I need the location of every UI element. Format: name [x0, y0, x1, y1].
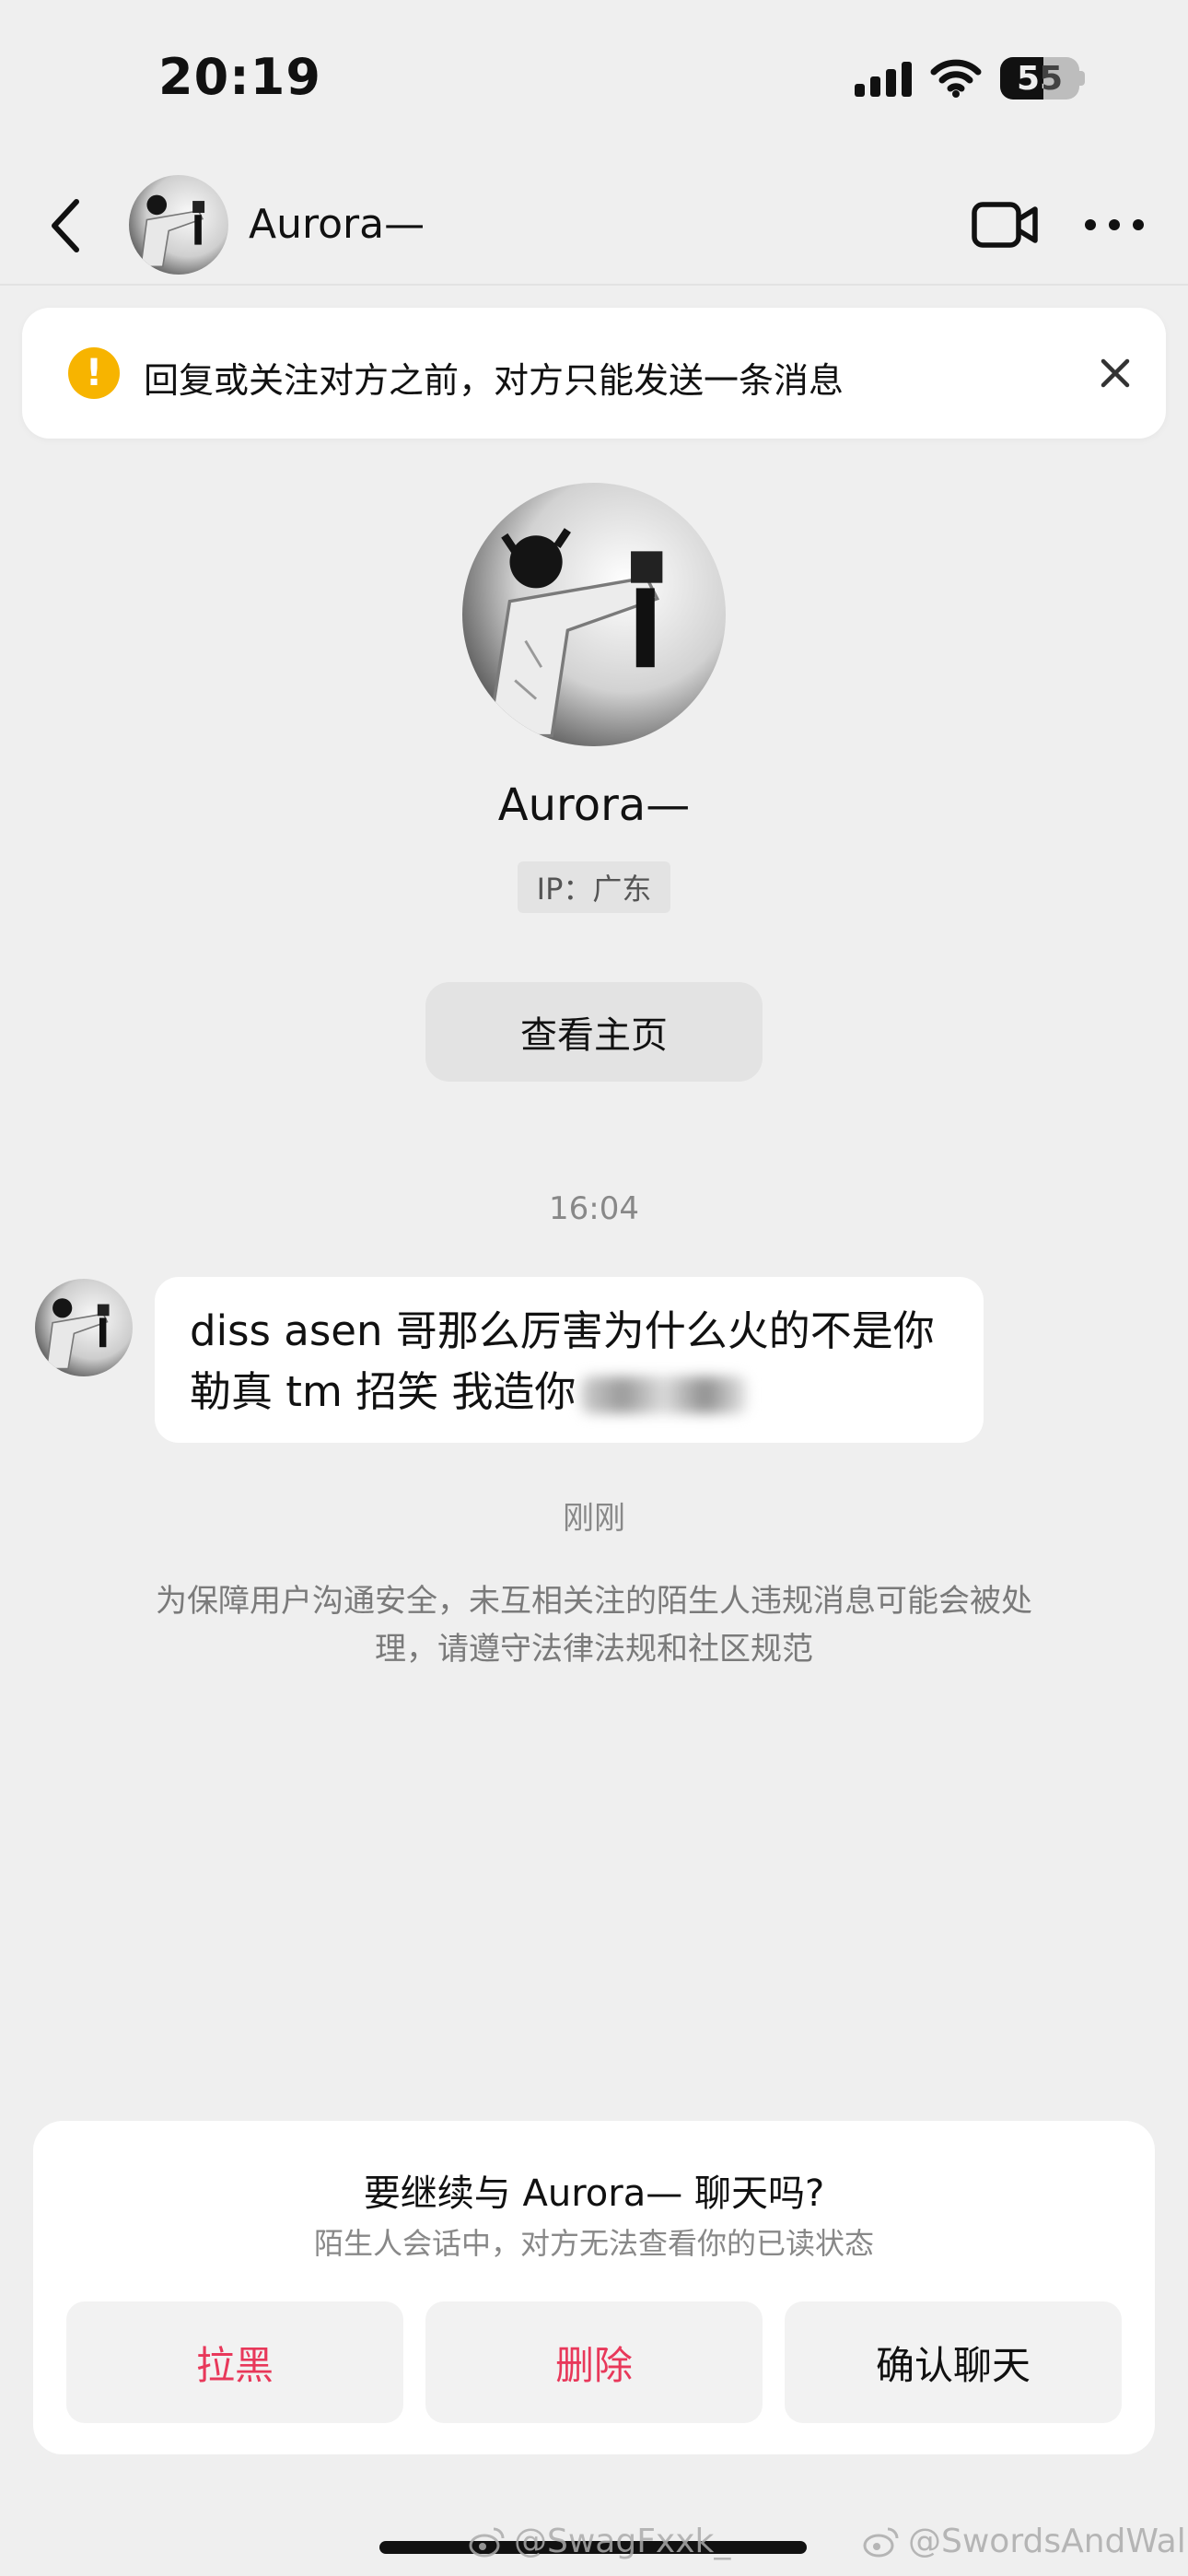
header-name[interactable]: Aurora— [249, 201, 425, 248]
status-icons: 55 [855, 57, 1085, 100]
continue-chat-prompt: 要继续与 Aurora— 聊天吗? 陌生人会话中，对方无法查看你的已读状态 拉黑… [33, 2121, 1155, 2454]
banner-text: 回复或关注对方之前，对方只能发送一条消息 [144, 360, 844, 401]
delete-button[interactable]: 删除 [425, 2301, 763, 2423]
block-button[interactable]: 拉黑 [66, 2301, 403, 2423]
battery-level: 55 [1016, 59, 1064, 98]
dot [1109, 219, 1120, 230]
ip-location-badge: IP：广东 [518, 861, 670, 913]
avatar-image [35, 1279, 133, 1376]
header-avatar[interactable] [129, 175, 228, 275]
status-bar: 20:19 55 [0, 0, 1188, 157]
more-dots-icon[interactable] [1085, 214, 1144, 236]
weibo-logo-icon [863, 2527, 899, 2557]
view-profile-button[interactable]: 查看主页 [425, 982, 763, 1082]
message-text: diss asen 哥那么厉害为什么火的不是你勒真 tm 招笑 我造你 [190, 1306, 935, 1416]
close-banner-button[interactable] [1092, 350, 1138, 396]
confirm-chat-button[interactable]: 确认聊天 [785, 2301, 1122, 2423]
signal-icon [855, 60, 912, 97]
incoming-message-bubble[interactable]: diss asen 哥那么厉害为什么火的不是你勒真 tm 招笑 我造你 [155, 1277, 984, 1443]
chevron-left-icon [52, 199, 79, 252]
video-camera-icon [972, 202, 1038, 248]
dot [1133, 219, 1144, 230]
watermark: @SwagFxxk_ [468, 2523, 730, 2560]
exclamation-icon: ! [68, 347, 120, 399]
blurred-text-censor [581, 1376, 748, 1413]
dot [1085, 219, 1096, 230]
chat-header: Aurora— [0, 166, 1188, 286]
avatar-image [462, 483, 726, 746]
profile-name: Aurora— [497, 779, 691, 831]
video-call-button[interactable] [971, 199, 1041, 251]
stranger-message-banner: ! 回复或关注对方之前，对方只能发送一条消息 [22, 308, 1166, 439]
avatar-image [129, 175, 228, 275]
safety-notice: 为保障用户沟通安全，未互相关注的陌生人违规消息可能会被处理，请遵守法律法规和社区… [156, 1583, 1032, 1668]
back-button[interactable] [33, 193, 98, 258]
weibo-logo-icon [469, 2527, 505, 2557]
message-sender-avatar[interactable] [35, 1279, 133, 1376]
prompt-subtitle: 陌生人会话中，对方无法查看你的已读状态 [313, 2226, 874, 2261]
message-timestamp: 16:04 [549, 1190, 639, 1227]
watermark-text: @SwagFxxk_ [514, 2523, 731, 2560]
message-timestamp: 刚刚 [563, 1500, 625, 1537]
watermark: @SwordsAndWalk [862, 2523, 1188, 2560]
status-time: 20:19 [158, 48, 321, 106]
wifi-icon [930, 59, 982, 98]
prompt-title: 要继续与 Aurora— 聊天吗? [363, 2172, 825, 2215]
watermark-text: @SwordsAndWalk [908, 2523, 1188, 2560]
battery-cap [1079, 71, 1085, 86]
profile-avatar[interactable] [462, 483, 726, 746]
close-icon [1101, 358, 1130, 388]
battery-icon: 55 [1000, 57, 1079, 100]
